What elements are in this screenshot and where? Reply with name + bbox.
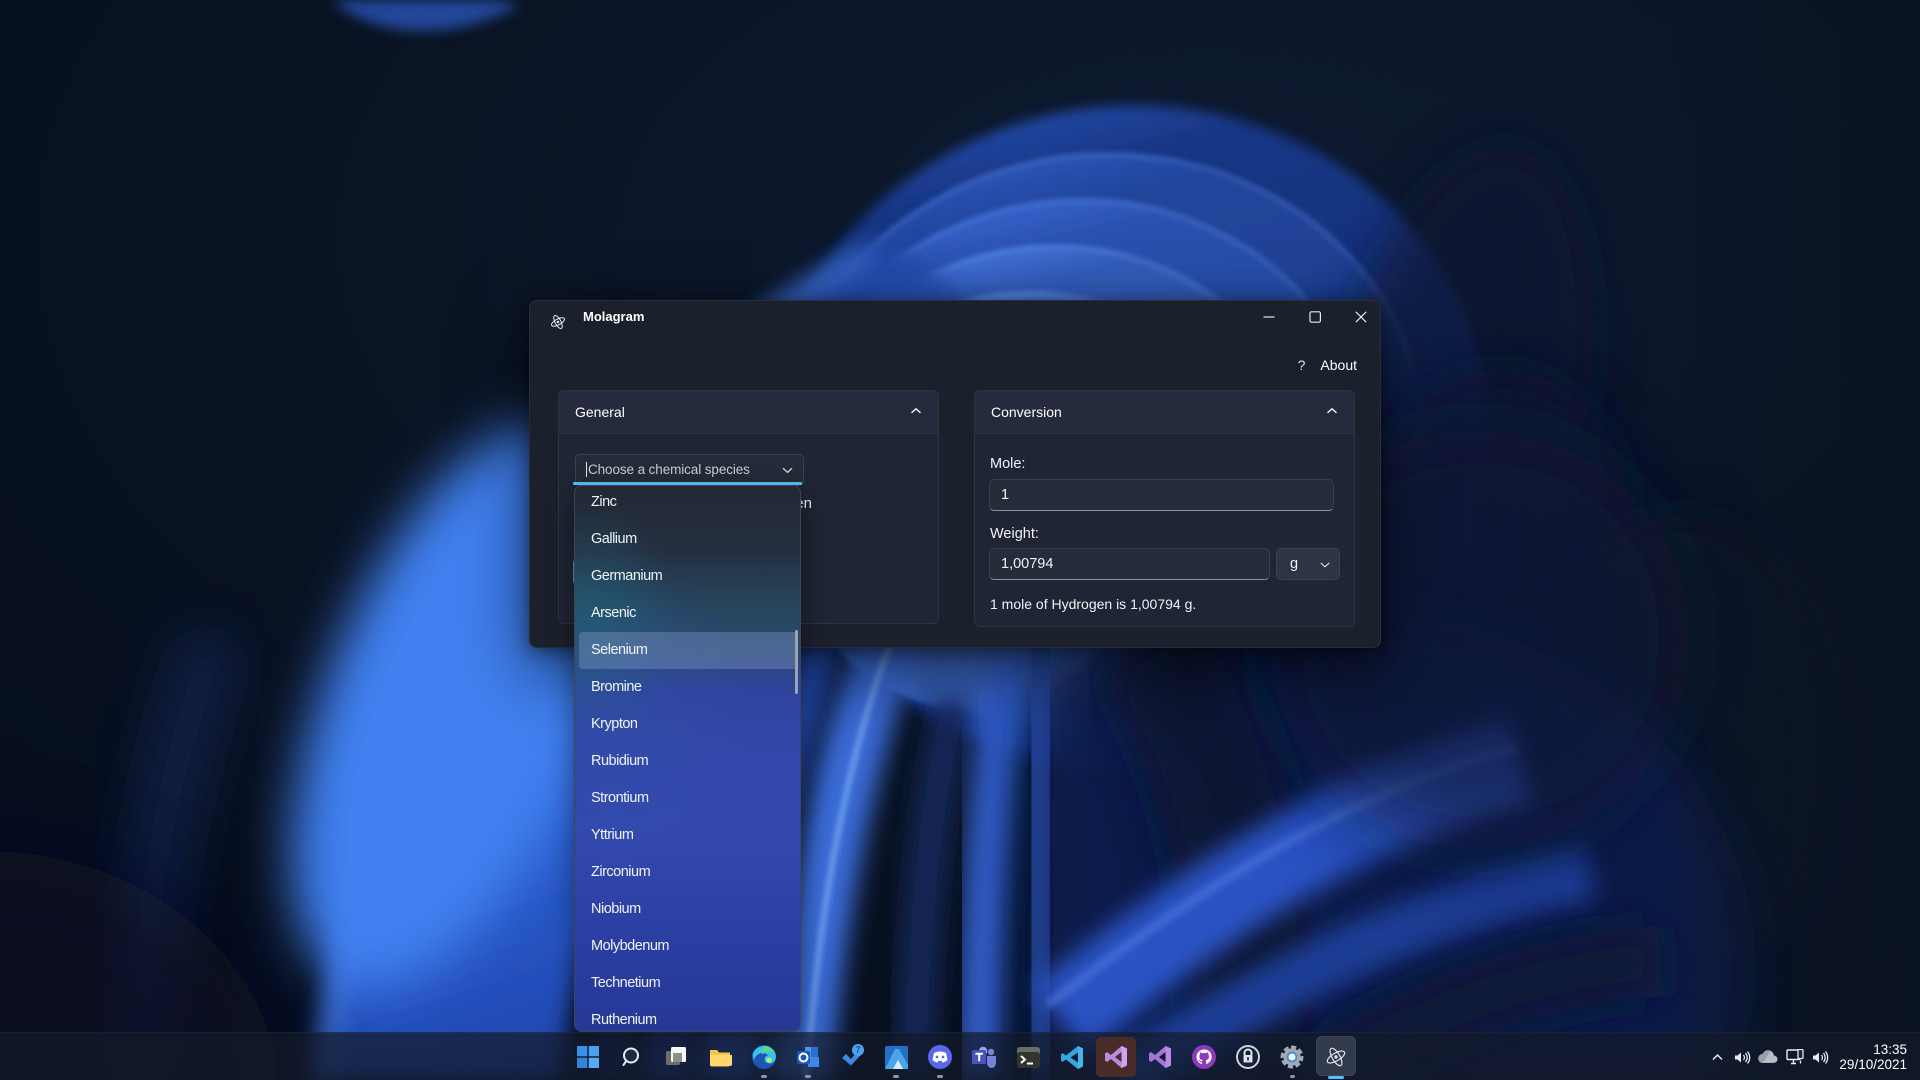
svg-text:7: 7 <box>855 1045 860 1055</box>
